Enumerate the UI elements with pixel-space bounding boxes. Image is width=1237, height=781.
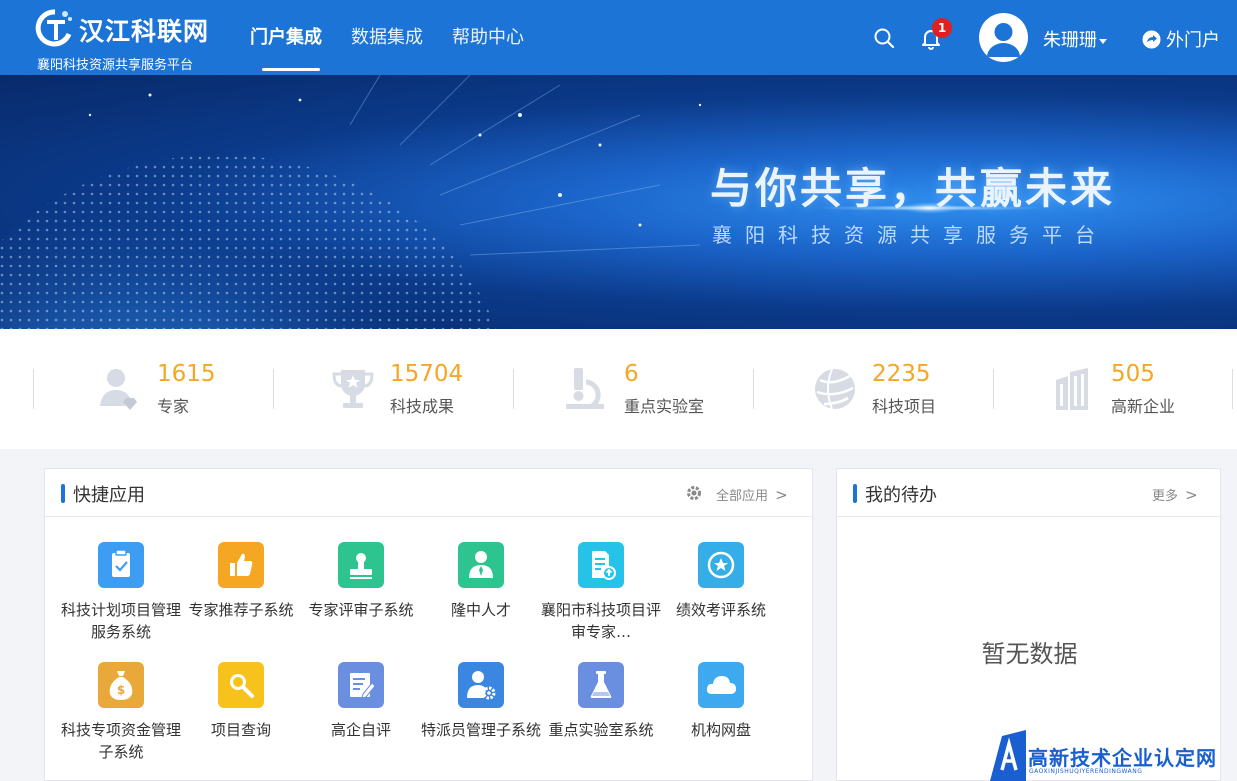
expert-icon	[100, 369, 137, 410]
flask-icon	[578, 662, 624, 708]
stat-value: 2235	[872, 361, 931, 387]
stats-bar: 1615 专家 15704 科技成果 6 重点实验室 2235 科技项目 505…	[0, 329, 1237, 449]
stat-projects[interactable]: 2235 科技项目	[753, 361, 993, 416]
stat-label: 专家	[157, 397, 190, 416]
app-tile[interactable]: 特派员管理子系统	[421, 662, 541, 762]
document-upload-icon	[578, 542, 624, 588]
star-badge-icon	[698, 542, 744, 588]
gear-icon[interactable]	[685, 484, 703, 502]
top-header: 汉江科联网 襄阳科技资源共享服务平台 门户集成 数据集成 帮助中心 1 朱珊珊 …	[0, 0, 1237, 75]
portal-label: 外门户	[1166, 30, 1220, 51]
banner-subtitle: 襄阳科技资源共享服务平台	[712, 223, 1108, 247]
stat-value: 505	[1111, 361, 1155, 387]
stat-label: 科技项目	[872, 397, 937, 416]
app-tile[interactable]: 重点实验室系统	[541, 662, 661, 762]
globe-icon	[815, 368, 855, 410]
stat-label: 高新企业	[1111, 397, 1176, 416]
app-tile[interactable]: 科技计划项目管理服务系统	[61, 542, 181, 642]
stat-experts[interactable]: 1615 专家	[33, 361, 273, 416]
edit-note-icon	[338, 662, 384, 708]
logo-subtitle: 襄阳科技资源共享服务平台	[37, 58, 194, 73]
app-tile[interactable]: 专家评审子系统	[301, 542, 421, 642]
all-apps-label: 全部应用	[716, 489, 769, 504]
app-label: 高企自评	[330, 721, 391, 739]
app-label: 项目查询	[210, 721, 271, 739]
app-label: 科技专项资金管理子系统	[61, 721, 181, 761]
trophy-icon	[332, 370, 374, 408]
app-label: 专家评审子系统	[308, 601, 414, 619]
hero-banner: 与你共享，共赢未来 襄阳科技资源共享服务平台	[0, 75, 1237, 329]
logo-mark-icon	[35, 9, 72, 47]
all-apps-link[interactable]: 全部应用 >	[716, 485, 788, 504]
stat-enterprises[interactable]: 505 高新企业	[993, 361, 1233, 416]
nav-item-data-integration[interactable]: 数据集成	[351, 0, 423, 75]
stat-labs[interactable]: 6 重点实验室	[513, 361, 753, 416]
logo[interactable]: 汉江科联网 襄阳科技资源共享服务平台	[35, 6, 235, 73]
panel-title: 快捷应用	[73, 485, 145, 506]
more-link[interactable]: 更多 >	[1152, 485, 1198, 504]
app-label: 特派员管理子系统	[421, 721, 541, 739]
magnifier-icon	[218, 662, 264, 708]
nav-item-portal-integration[interactable]: 门户集成	[250, 0, 322, 75]
panel-header: 我的待办 更多 >	[837, 469, 1220, 517]
watermark-a-icon	[990, 730, 1026, 781]
app-tile[interactable]: 机构网盘	[661, 662, 781, 762]
external-portal-link[interactable]: 外门户	[1142, 26, 1220, 52]
person-icon	[458, 542, 504, 588]
app-label: 机构网盘	[690, 721, 751, 739]
user-avatar-icon	[987, 23, 1020, 57]
app-tile[interactable]: 专家推荐子系统	[181, 542, 301, 642]
money-bag-icon: $	[98, 662, 144, 708]
app-tile[interactable]: 项目查询	[181, 662, 301, 762]
empty-state-text: 暂无数据	[981, 640, 1078, 668]
watermark-logo: 高新技术企业认定网 GAOXINJISHUQIYERENDINGWANG	[988, 730, 1237, 781]
stat-value: 15704	[390, 361, 464, 387]
microscope-icon	[566, 368, 604, 409]
app-tile[interactable]: 绩效考评系统	[661, 542, 781, 642]
app-label: 重点实验室系统	[548, 721, 654, 739]
user-menu[interactable]: 朱珊珊	[1043, 26, 1107, 52]
quick-apps-panel: 快捷应用 全部应用 > 科技计划项目管理服务系统 专家推荐子系统 专家评审子系统…	[44, 468, 813, 781]
stat-label: 重点实验室	[624, 397, 705, 416]
watermark-pinyin: GAOXINJISHUQIYERENDINGWANG	[1029, 768, 1143, 775]
stat-achievements[interactable]: 15704 科技成果	[273, 361, 513, 416]
more-label: 更多	[1152, 489, 1179, 504]
app-label: 襄阳市科技项目评审专家…	[541, 601, 661, 641]
app-label: 隆中人才	[450, 601, 511, 619]
app-label: 绩效考评系统	[675, 601, 766, 619]
username: 朱珊珊	[1043, 30, 1097, 51]
chevron-right-icon: >	[775, 486, 788, 504]
cloud-icon	[698, 662, 744, 708]
main-nav: 门户集成 数据集成 帮助中心	[250, 0, 553, 75]
stat-value: 6	[624, 361, 639, 387]
app-label: 专家推荐子系统	[188, 601, 294, 619]
thumbs-up-icon	[218, 542, 264, 588]
user-gear-icon	[458, 662, 504, 708]
nav-item-help-center[interactable]: 帮助中心	[452, 0, 524, 75]
search-icon[interactable]	[873, 27, 895, 49]
notification-badge: 1	[932, 18, 952, 38]
app-tile[interactable]: $ 科技专项资金管理子系统	[61, 662, 181, 762]
panel-title: 我的待办	[865, 485, 937, 506]
svg-text:$: $	[117, 683, 125, 697]
title-accent-bar	[853, 484, 857, 503]
app-tile[interactable]: 高企自评	[301, 662, 421, 762]
watermark-text: 高新技术企业认定网	[1028, 746, 1217, 770]
building-icon	[1056, 368, 1088, 410]
stat-value: 1615	[157, 361, 216, 387]
app-tile[interactable]: 隆中人才	[421, 542, 541, 642]
arrow-circle-icon	[1142, 30, 1161, 48]
app-tile[interactable]: 襄阳市科技项目评审专家…	[541, 542, 661, 642]
chevron-right-icon: >	[1185, 486, 1198, 504]
clipboard-check-icon	[98, 542, 144, 588]
logo-title: 汉江科联网	[79, 17, 210, 46]
app-label: 科技计划项目管理服务系统	[61, 601, 181, 641]
avatar[interactable]	[979, 13, 1028, 62]
caret-down-icon	[1099, 38, 1107, 44]
stat-label: 科技成果	[390, 397, 455, 416]
panel-header: 快捷应用 全部应用 >	[45, 469, 812, 517]
banner-title: 与你共享，共赢未来	[710, 164, 1116, 213]
title-accent-bar	[61, 484, 65, 503]
stamp-icon	[338, 542, 384, 588]
